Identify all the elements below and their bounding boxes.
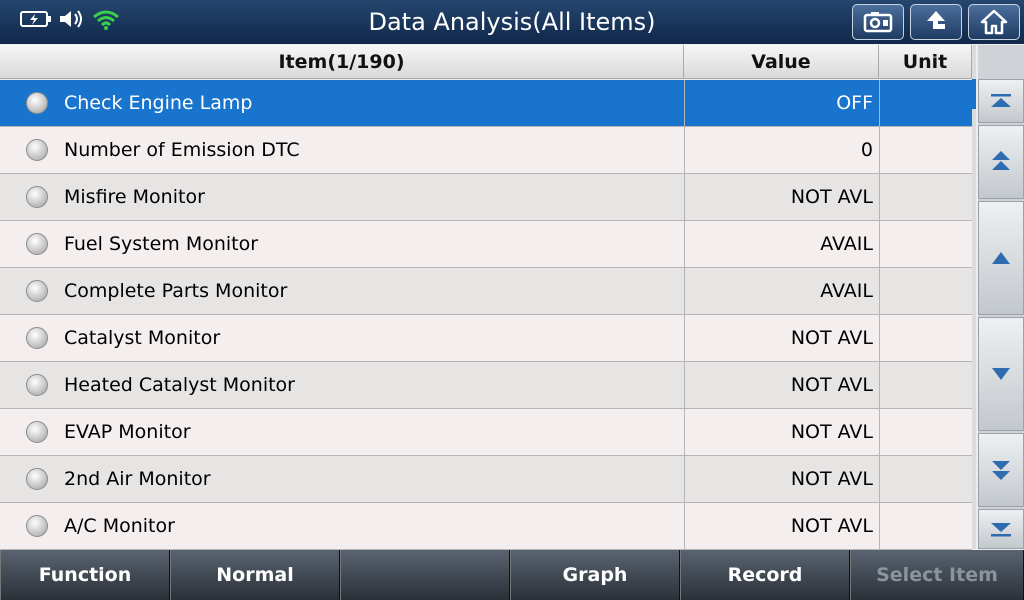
title-bar: Data Analysis(All Items): [0, 0, 1024, 44]
back-button[interactable]: [910, 4, 962, 40]
row-value: 0: [684, 127, 879, 173]
screenshot-icon: [863, 12, 893, 33]
scroll-up-icon: [992, 252, 1010, 264]
table-row[interactable]: Misfire Monitor NOT AVL: [0, 174, 972, 221]
scroll-down-icon: [992, 368, 1010, 380]
table-row[interactable]: A/C Monitor NOT AVL: [0, 503, 972, 550]
scroll-top-icon: [991, 94, 1011, 107]
row-unit: [879, 80, 972, 126]
function-bar: Function Normal Graph Record Select Item: [0, 550, 1024, 600]
row-value: NOT AVL: [684, 174, 879, 220]
page-up-icon: [992, 151, 1010, 170]
table-row[interactable]: Complete Parts Monitor AVAIL: [0, 268, 972, 315]
normal-button[interactable]: Normal: [170, 550, 340, 600]
home-icon: [980, 9, 1008, 35]
scrollbar-thumb[interactable]: [972, 79, 976, 109]
scroll-up-button[interactable]: [978, 201, 1024, 315]
row-unit: [879, 221, 972, 267]
empty-button[interactable]: [340, 550, 510, 600]
row-item-name: Catalyst Monitor: [64, 327, 221, 349]
row-value: OFF: [684, 80, 879, 126]
row-value: AVAIL: [684, 221, 879, 267]
scrollbar[interactable]: [972, 45, 976, 549]
row-unit: [879, 409, 972, 455]
data-table: Item(1/190) Value Unit Check Engine Lamp…: [0, 45, 972, 550]
row-item-name: Number of Emission DTC: [64, 139, 300, 161]
table-row[interactable]: Heated Catalyst Monitor NOT AVL: [0, 362, 972, 409]
row-unit: [879, 315, 972, 361]
row-item-name: 2nd Air Monitor: [64, 468, 211, 490]
row-item-name: EVAP Monitor: [64, 421, 191, 443]
row-unit: [879, 268, 972, 314]
row-value: AVAIL: [684, 268, 879, 314]
row-item-name: Heated Catalyst Monitor: [64, 374, 295, 396]
table-row[interactable]: Catalyst Monitor NOT AVL: [0, 315, 972, 362]
row-value: NOT AVL: [684, 409, 879, 455]
row-value: NOT AVL: [684, 362, 879, 408]
table-row[interactable]: Check Engine Lamp OFF: [0, 80, 972, 127]
row-unit: [879, 456, 972, 502]
select-item-button[interactable]: Select Item: [850, 550, 1024, 600]
row-value: NOT AVL: [684, 315, 879, 361]
scroll-bottom-icon: [991, 523, 1011, 537]
screenshot-button[interactable]: [852, 4, 904, 40]
page-down-button[interactable]: [978, 433, 1024, 507]
table-row[interactable]: EVAP Monitor NOT AVL: [0, 409, 972, 456]
row-unit: [879, 127, 972, 173]
row-item-name: A/C Monitor: [64, 515, 175, 537]
page-up-button[interactable]: [978, 125, 1024, 199]
row-unit: [879, 174, 972, 220]
column-header-unit: Unit: [879, 45, 972, 79]
column-header-item: Item(1/190): [0, 45, 684, 79]
home-button[interactable]: [968, 4, 1020, 40]
scroll-down-button[interactable]: [978, 317, 1024, 431]
row-value: NOT AVL: [684, 503, 879, 549]
table-row[interactable]: Number of Emission DTC 0: [0, 127, 972, 174]
table-row[interactable]: Fuel System Monitor AVAIL: [0, 221, 972, 268]
scroll-bottom-button[interactable]: [978, 509, 1024, 549]
row-unit: [879, 362, 972, 408]
row-item-name: Fuel System Monitor: [64, 233, 259, 255]
row-item-name: Misfire Monitor: [64, 186, 205, 208]
table-rows: Check Engine Lamp OFF Number of Emission…: [0, 80, 972, 550]
function-button[interactable]: Function: [0, 550, 170, 600]
table-row[interactable]: 2nd Air Monitor NOT AVL: [0, 456, 972, 503]
scroll-nav: [978, 45, 1024, 549]
row-item-name: Complete Parts Monitor: [64, 280, 288, 302]
row-unit: [879, 503, 972, 549]
top-buttons: [852, 4, 1020, 40]
row-value: NOT AVL: [684, 456, 879, 502]
page-down-icon: [992, 461, 1010, 480]
record-button[interactable]: Record: [680, 550, 850, 600]
back-icon: [927, 11, 945, 29]
graph-button[interactable]: Graph: [510, 550, 680, 600]
row-item-name: Check Engine Lamp: [64, 92, 253, 114]
column-header-value: Value: [684, 45, 879, 79]
scroll-top-button[interactable]: [978, 79, 1024, 123]
